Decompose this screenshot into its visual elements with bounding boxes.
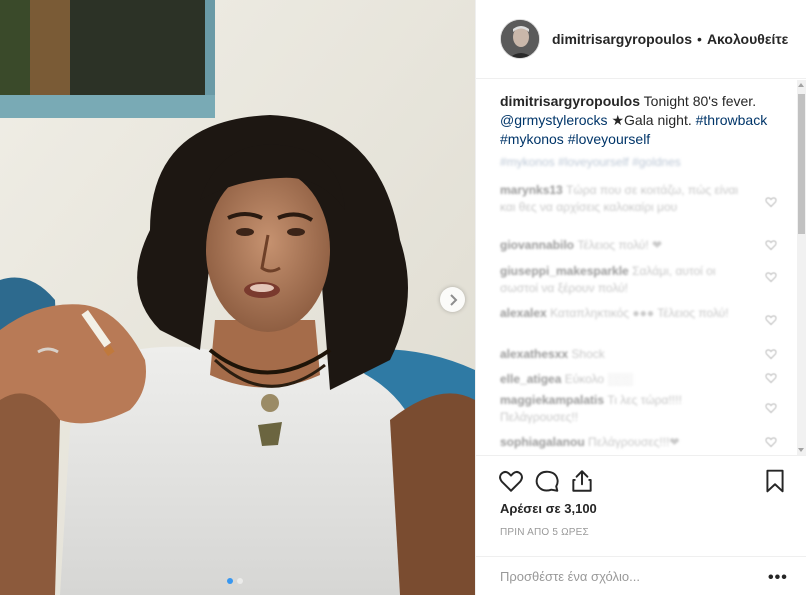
hashtag-throwback[interactable]: #throwback: [696, 112, 768, 128]
avatar[interactable]: [500, 19, 540, 59]
likes-count[interactable]: Αρέσει σε 3,100: [500, 501, 597, 516]
comment-like-icon[interactable]: [765, 196, 777, 208]
scroll-up-arrow[interactable]: [798, 83, 804, 87]
comment-item: elle_atigea Εύκολο ░░░: [500, 371, 740, 388]
comments-scrollbar[interactable]: [797, 80, 806, 455]
post-caption: dimitrisargyropoulos Tonight 80's fever.…: [500, 92, 780, 149]
header-username[interactable]: dimitrisargyropoulos: [552, 31, 692, 47]
post-photo[interactable]: [0, 0, 475, 595]
bookmark-icon[interactable]: [762, 468, 788, 494]
avatar-image: [501, 20, 539, 58]
hashtag-loveyourself[interactable]: #loveyourself: [568, 131, 651, 147]
comment-item: alexalex Καταπληκτικός ●●● Τέλειος πολύ!: [500, 305, 740, 322]
blurred-hashtags: #mykonos #loveyourself #goldnes: [500, 155, 681, 169]
comment-like-icon[interactable]: [765, 436, 777, 448]
comment-item: marynks13 Τώρα που σε κοιτάζω, πώς είναι…: [500, 182, 740, 216]
add-comment-input[interactable]: [500, 569, 740, 584]
comment-item: alexathesxx Shock: [500, 346, 740, 363]
comment-username[interactable]: elle_atigea: [500, 372, 561, 386]
like-icon[interactable]: [498, 468, 524, 494]
carousel-dot: [237, 578, 243, 584]
carousel-dot-active: [227, 578, 233, 584]
share-icon[interactable]: [569, 468, 595, 494]
actions-section: Αρέσει σε 3,100 ΠΡΙΝ ΑΠΟ 5 ΩΡΕΣ •••: [476, 455, 806, 595]
photo-scene: [0, 0, 475, 595]
star-icon: ★: [611, 112, 625, 128]
comment-item: sophiagalanou Πελάγρουσες!!!❤: [500, 434, 740, 451]
comment-text: Εύκολο ░░░: [564, 372, 633, 386]
add-comment-bar: •••: [476, 556, 806, 596]
comment-username[interactable]: sophiagalanou: [500, 435, 585, 449]
post-timestamp[interactable]: ΠΡΙΝ ΑΠΟ 5 ΩΡΕΣ: [500, 527, 589, 538]
comment-like-icon[interactable]: [765, 314, 777, 326]
chevron-right-icon: [449, 293, 457, 306]
scroll-thumb[interactable]: [798, 94, 805, 234]
comment-item: giovannabilo Τέλειος πολύ! ❤: [500, 237, 740, 254]
caption-username[interactable]: dimitrisargyropoulos: [500, 93, 640, 109]
header-separator: •: [697, 31, 702, 47]
comments-section[interactable]: dimitrisargyropoulos Tonight 80's fever.…: [476, 80, 806, 455]
comment-text: Τέλειος πολύ! ❤: [577, 238, 663, 252]
caption-text-2: Gala night.: [624, 112, 696, 128]
comment-username[interactable]: marynks13: [500, 183, 563, 197]
hashtag-mykonos[interactable]: #mykonos: [500, 131, 564, 147]
post-header: dimitrisargyropoulos • Ακολουθείτε: [476, 0, 806, 79]
comment-username[interactable]: giuseppi_makesparkle: [500, 264, 629, 278]
carousel-dots: [227, 578, 243, 584]
comment-like-icon[interactable]: [765, 402, 777, 414]
comment-item: maggiekampalatis Τι λες τώρα!!!! Πελάγρο…: [500, 392, 740, 426]
comment-like-icon[interactable]: [765, 348, 777, 360]
side-panel: dimitrisargyropoulos • Ακολουθείτε dimit…: [475, 0, 806, 595]
comment-text: Πελάγρουσες!!!❤: [588, 435, 680, 449]
comment-item: giuseppi_makesparkle Σαλάμι, αυτοί οι σω…: [500, 263, 740, 297]
following-button[interactable]: Ακολουθείτε: [707, 31, 788, 47]
caption-mention[interactable]: @grmystylerocks: [500, 112, 608, 128]
comment-like-icon[interactable]: [765, 271, 777, 283]
scroll-down-arrow[interactable]: [798, 448, 804, 452]
comment-username[interactable]: giovannabilo: [500, 238, 574, 252]
comment-username[interactable]: maggiekampalatis: [500, 393, 604, 407]
caption-text: Tonight 80's fever.: [640, 93, 757, 109]
comment-username[interactable]: alexalex: [500, 306, 547, 320]
next-slide-button[interactable]: [440, 287, 465, 312]
comment-text: Καταπληκτικός ●●● Τέλειος πολύ!: [550, 306, 729, 320]
comment-like-icon[interactable]: [765, 372, 777, 384]
more-options-button[interactable]: •••: [768, 569, 788, 587]
comment-username[interactable]: alexathesxx: [500, 347, 568, 361]
comment-icon[interactable]: [534, 468, 560, 494]
comment-like-icon[interactable]: [765, 239, 777, 251]
comment-text: Shock: [571, 347, 605, 361]
instagram-post: dimitrisargyropoulos • Ακολουθείτε dimit…: [0, 0, 806, 595]
